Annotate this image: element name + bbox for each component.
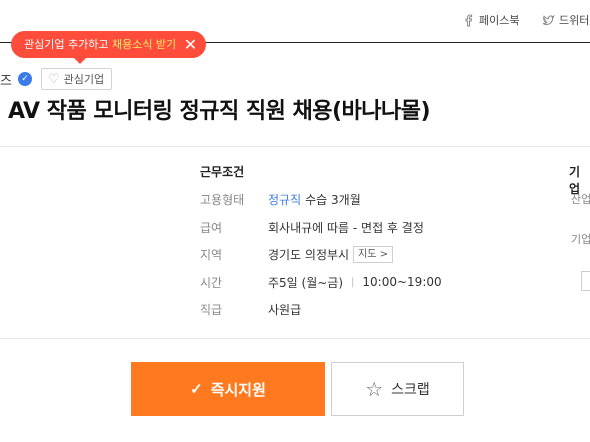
scrap-button[interactable]: ☆ 스크랩 bbox=[331, 362, 464, 416]
divider bbox=[0, 338, 590, 339]
twitter-icon bbox=[542, 14, 555, 25]
condition-row-position: 직급 사원급 bbox=[200, 301, 442, 329]
region-value: 경기도 의정부시 bbox=[268, 248, 350, 262]
company-info-box bbox=[581, 271, 590, 291]
twitter-share[interactable]: 드위터 bbox=[542, 12, 589, 28]
star-icon: ☆ bbox=[365, 378, 384, 401]
condition-row-employment: 고용형태 정규직 수습 3개월 bbox=[200, 191, 442, 219]
position-value: 사원급 bbox=[268, 303, 302, 317]
job-title: AV 작품 모니터링 정규직 직원 채용(바나나몰) bbox=[8, 99, 431, 124]
separator: | bbox=[351, 276, 355, 288]
tooltip-text: 관심기업 추가하고 bbox=[24, 38, 112, 51]
salary-value: 회사내규에 따름 - 면접 후 결정 bbox=[268, 220, 424, 235]
employment-label: 고용형태 bbox=[200, 193, 245, 207]
conditions-title: 근무조건 bbox=[200, 165, 245, 179]
divider bbox=[0, 146, 590, 147]
twitter-label: 드위터 bbox=[559, 14, 590, 27]
scrap-label: 스크랩 bbox=[391, 381, 430, 397]
map-button[interactable]: 지도 > bbox=[353, 246, 394, 263]
company-info-row-2: 기업 bbox=[571, 233, 590, 246]
favorite-company-label: 관심기업 bbox=[63, 73, 105, 86]
favorite-company-button[interactable]: ♡ 관심기업 bbox=[40, 68, 113, 90]
position-label: 직급 bbox=[200, 303, 223, 317]
verified-check-icon: ✓ bbox=[17, 72, 32, 86]
tooltip-close-button[interactable]: ✕ bbox=[184, 31, 197, 58]
hours-label: 시간 bbox=[200, 275, 223, 290]
employment-type-link[interactable]: 정규직 bbox=[268, 191, 301, 208]
condition-row-region: 지역 경기도 의정부시 지도 > bbox=[200, 246, 442, 274]
follow-company-tooltip[interactable]: 관심기업 추가하고 채용소식 받기 ✕ bbox=[11, 31, 207, 64]
company-info-row-1: 산업 bbox=[571, 193, 590, 206]
conditions-list: 고용형태 정규직 수습 3개월 급여 회사내규에 따름 - 면접 후 결정 지역… bbox=[200, 191, 442, 329]
employment-probation: 수습 3개월 bbox=[305, 193, 361, 207]
facebook-icon bbox=[465, 13, 473, 26]
salary-label: 급여 bbox=[200, 220, 223, 235]
company-name[interactable]: 즈 bbox=[0, 70, 12, 89]
apply-button[interactable]: ✓ 즉시지원 bbox=[131, 362, 325, 416]
facebook-label: 페이스북 bbox=[479, 14, 520, 27]
condition-row-salary: 급여 회사내규에 따름 - 면접 후 결정 bbox=[200, 219, 442, 247]
work-days: 주5일 (월~금) bbox=[268, 275, 344, 290]
company-row: 즈 ✓ ♡ 관심기업 bbox=[0, 68, 113, 90]
apply-label: 즉시지원 bbox=[210, 381, 266, 399]
check-icon: ✓ bbox=[190, 381, 203, 398]
condition-row-hours: 시간 주5일 (월~금) | 10:00~19:00 bbox=[200, 274, 442, 302]
region-label: 지역 bbox=[200, 248, 223, 262]
facebook-share[interactable]: 페이스북 bbox=[462, 12, 519, 28]
tooltip-highlight: 채용소식 받기 bbox=[111, 38, 177, 51]
heart-icon: ♡ bbox=[47, 71, 60, 87]
work-hours: 10:00~19:00 bbox=[362, 275, 442, 289]
